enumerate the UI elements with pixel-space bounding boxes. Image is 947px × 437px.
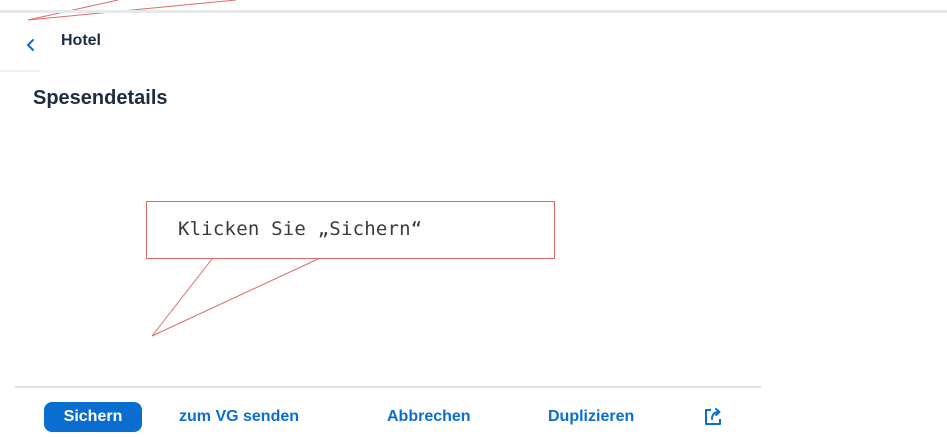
footer-toolbar: Sichern zum VG senden Abbrechen Duplizie…	[0, 397, 947, 437]
footer-divider	[15, 386, 761, 388]
save-button[interactable]: Sichern	[44, 402, 142, 432]
share-icon[interactable]	[702, 406, 724, 428]
cancel-button[interactable]: Abbrechen	[387, 402, 471, 432]
duplicate-button[interactable]: Duplizieren	[548, 402, 634, 432]
send-to-manager-button[interactable]: zum VG senden	[179, 402, 299, 432]
callout-text: Klicken Sie „Sichern“	[178, 218, 423, 240]
